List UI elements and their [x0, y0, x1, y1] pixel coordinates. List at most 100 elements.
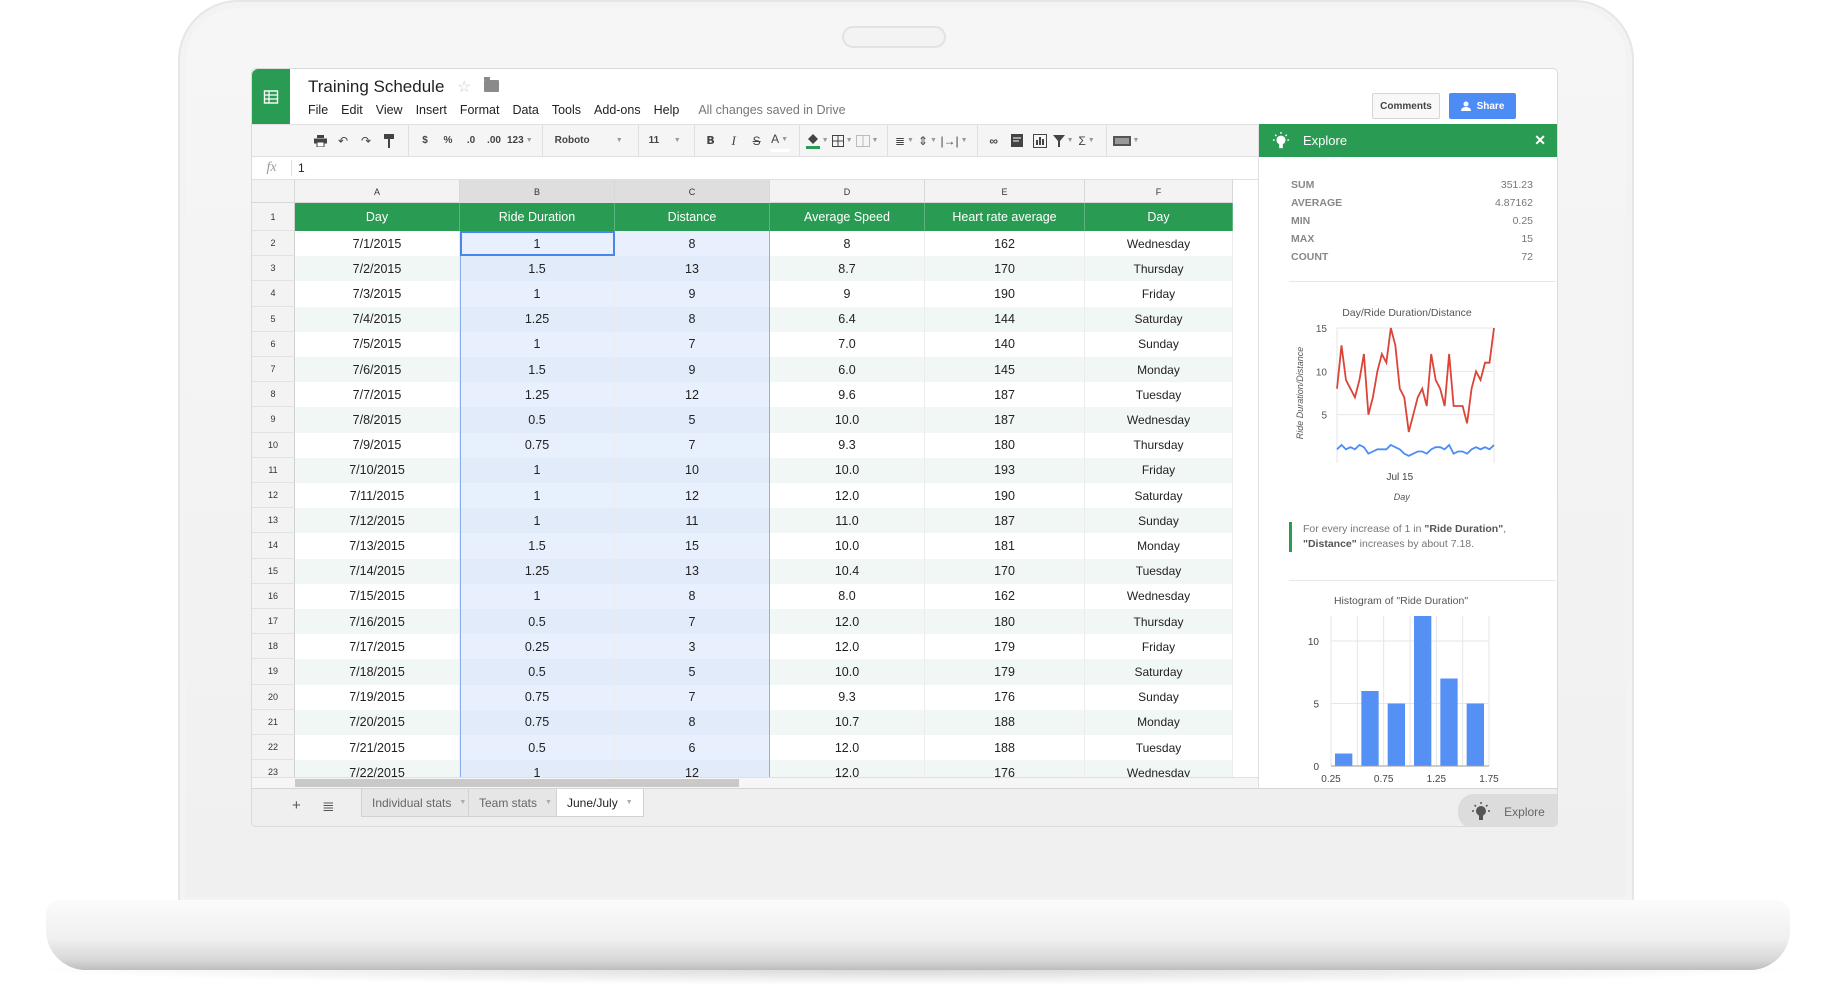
cell[interactable]: 12.0 — [770, 760, 925, 777]
column-title-cell[interactable]: Day — [295, 203, 460, 231]
cell[interactable]: Monday — [1085, 357, 1233, 383]
star-icon[interactable]: ☆ — [457, 77, 471, 97]
cell[interactable]: 7/4/2015 — [295, 306, 460, 332]
cell[interactable]: 5 — [615, 659, 770, 685]
comments-button[interactable]: Comments — [1372, 93, 1440, 119]
row-header[interactable]: 19 — [252, 659, 295, 685]
cell[interactable]: 180 — [925, 432, 1085, 458]
cell[interactable]: 12.0 — [770, 735, 925, 761]
column-title-cell[interactable]: Heart rate average — [925, 203, 1085, 231]
cell[interactable]: 12 — [615, 382, 770, 408]
cell[interactable]: Sunday — [1085, 508, 1233, 534]
cell[interactable]: 1.5 — [460, 533, 615, 559]
cell[interactable]: 0.5 — [460, 735, 615, 761]
cell[interactable]: Sunday — [1085, 684, 1233, 710]
chevron-down-icon[interactable]: ▼ — [626, 799, 633, 806]
font-family-select[interactable]: Roboto ▼ — [549, 130, 629, 152]
cell[interactable]: 7/5/2015 — [295, 331, 460, 357]
cell[interactable]: 1.25 — [460, 306, 615, 332]
cell[interactable]: 6.4 — [770, 306, 925, 332]
column-header-c[interactable]: C — [615, 180, 770, 203]
font-size-select[interactable]: 11 ▼ — [645, 130, 685, 152]
cell[interactable]: 7/8/2015 — [295, 407, 460, 433]
histogram-chart[interactable]: Histogram of "Ride Duration" 0 5 10 0.25 0.75… — [1289, 586, 1529, 786]
cell[interactable]: Saturday — [1085, 306, 1233, 332]
cell[interactable]: 10.4 — [770, 558, 925, 584]
cell[interactable]: 7/13/2015 — [295, 533, 460, 559]
cell[interactable]: 10 — [615, 457, 770, 483]
cell[interactable]: 1 — [460, 583, 615, 609]
cell[interactable]: 1 — [460, 508, 615, 534]
row-header[interactable]: 21 — [252, 709, 295, 735]
cell[interactable]: 187 — [925, 382, 1085, 408]
folder-icon[interactable] — [484, 77, 499, 92]
cell[interactable]: 9 — [615, 357, 770, 383]
insert-comment-button[interactable] — [1007, 130, 1027, 152]
cell[interactable]: 187 — [925, 407, 1085, 433]
cell[interactable]: 193 — [925, 457, 1085, 483]
horizontal-scrollbar[interactable] — [252, 777, 1258, 788]
italic-button[interactable]: I — [724, 130, 744, 152]
row-header[interactable]: 23 — [252, 760, 295, 777]
cell[interactable]: 190 — [925, 281, 1085, 307]
cell[interactable]: 7/11/2015 — [295, 483, 460, 509]
horizontal-align-button[interactable]: ≣ ▼ — [894, 130, 914, 152]
cell[interactable]: Sunday — [1085, 331, 1233, 357]
row-header[interactable]: 13 — [252, 508, 295, 534]
cell[interactable]: 7 — [615, 609, 770, 635]
undo-icon[interactable]: ↶ — [333, 130, 353, 152]
row-header[interactable]: 10 — [252, 432, 295, 458]
cell[interactable]: 12.0 — [770, 609, 925, 635]
cell[interactable]: 7 — [615, 432, 770, 458]
cell[interactable]: 12.0 — [770, 634, 925, 660]
row-header[interactable]: 5 — [252, 306, 295, 332]
cell[interactable]: Tuesday — [1085, 735, 1233, 761]
cell[interactable]: 9.3 — [770, 432, 925, 458]
cell[interactable]: 1 — [460, 231, 615, 257]
cell[interactable]: 9 — [770, 281, 925, 307]
cell[interactable]: 1 — [460, 760, 615, 777]
fill-color-button[interactable]: ▼ — [805, 130, 829, 152]
explore-button[interactable]: Explore — [1458, 794, 1557, 826]
menu-help[interactable]: Help — [654, 103, 680, 117]
line-chart[interactable]: Day/Ride Duration/Distance 5 10 15 Jul 15 Day… — [1289, 298, 1529, 508]
cell[interactable]: 145 — [925, 357, 1085, 383]
sheets-logo[interactable] — [252, 69, 290, 124]
insert-link-button[interactable]: ∞ — [984, 130, 1004, 152]
sheet-tab-team-stats[interactable]: Team stats ▼ — [468, 789, 563, 817]
cell[interactable]: Friday — [1085, 281, 1233, 307]
cell[interactable]: 0.5 — [460, 407, 615, 433]
cell[interactable]: 162 — [925, 583, 1085, 609]
cell[interactable]: 179 — [925, 659, 1085, 685]
cell[interactable]: 8.0 — [770, 583, 925, 609]
cell[interactable]: 7/21/2015 — [295, 735, 460, 761]
cell[interactable]: Tuesday — [1085, 382, 1233, 408]
menu-insert[interactable]: Insert — [416, 103, 447, 117]
cell[interactable]: Wednesday — [1085, 407, 1233, 433]
row-header[interactable]: 7 — [252, 357, 295, 383]
cell[interactable]: 7/7/2015 — [295, 382, 460, 408]
cell[interactable]: 1 — [460, 331, 615, 357]
redo-icon[interactable]: ↷ — [356, 130, 376, 152]
cell[interactable]: 181 — [925, 533, 1085, 559]
spreadsheet-grid[interactable]: ABCDEF 1 Day Ride Duration Distance Average … — [252, 180, 1258, 777]
column-title-cell[interactable]: Day — [1085, 203, 1233, 231]
cell[interactable]: 7/12/2015 — [295, 508, 460, 534]
row-header[interactable]: 16 — [252, 583, 295, 609]
cell[interactable]: 9 — [615, 281, 770, 307]
cell[interactable]: Saturday — [1085, 659, 1233, 685]
cell[interactable]: 140 — [925, 331, 1085, 357]
menu-data[interactable]: Data — [512, 103, 538, 117]
cell[interactable]: 1 — [460, 457, 615, 483]
all-sheets-icon[interactable]: ≣ — [322, 797, 335, 815]
cell[interactable]: 11.0 — [770, 508, 925, 534]
cell[interactable]: 15 — [615, 533, 770, 559]
menu-tools[interactable]: Tools — [552, 103, 581, 117]
cell[interactable]: Wednesday — [1085, 231, 1233, 257]
row-header[interactable]: 8 — [252, 382, 295, 408]
cell[interactable]: 0.5 — [460, 659, 615, 685]
sheet-tab-individual-stats[interactable]: Individual stats ▼ — [361, 789, 478, 817]
cell[interactable]: 8 — [770, 231, 925, 257]
cell[interactable]: Saturday — [1085, 483, 1233, 509]
row-header[interactable]: 4 — [252, 281, 295, 307]
